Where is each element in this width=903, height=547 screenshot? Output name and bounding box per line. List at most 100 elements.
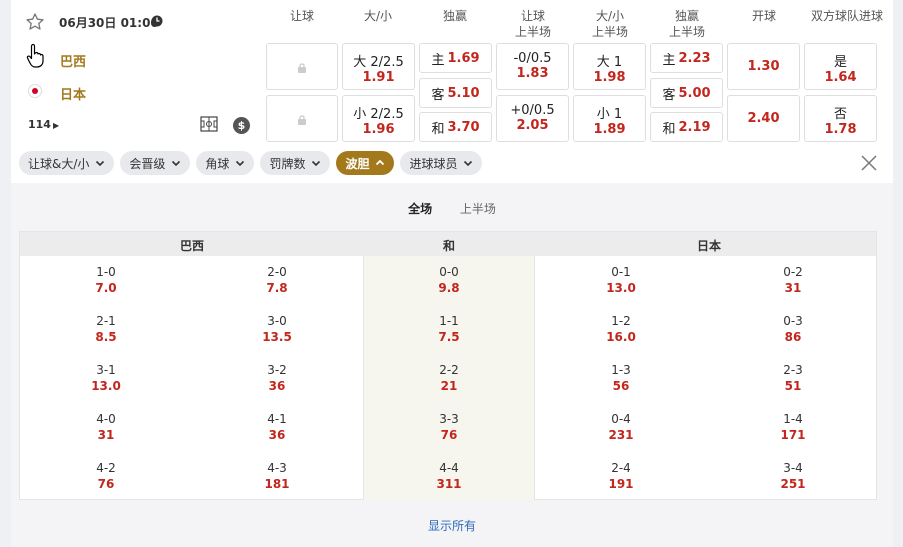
show-all-link[interactable]: 显示所有 [11,517,893,534]
tab-full-time[interactable]: 全场 [408,200,432,217]
odds-1h-over[interactable]: 大 1 1.98 [573,43,646,90]
score-cell[interactable]: 4-4 311 [409,460,489,492]
header-home: 巴西 [180,239,205,253]
score-odds: 231 [608,428,634,442]
caret-right-icon: ▶ [52,121,60,130]
chip-goalscorer[interactable]: 进球球员 [400,151,483,175]
odds-label: 客 [662,87,676,103]
odds-1h-1x2-draw[interactable]: 和 2.19 [650,112,723,142]
lock-icon [298,62,306,73]
score-cell[interactable]: 2-1 8.5 [66,313,146,345]
tab-first-half[interactable]: 上半场 [460,200,496,217]
odds-1h-1x2-home[interactable]: 主 2.23 [650,43,723,73]
dollar-icon[interactable]: $ [233,117,250,134]
odds-label: 是 [833,55,847,70]
match-info: 06月30日 01:00 巴西 日本 114 ▶ $ [11,0,261,148]
score-cell[interactable]: 0-2 31 [753,264,833,296]
score-label: 3-1 [96,363,116,377]
odds-label: 和 [431,121,445,137]
chip-correct-score[interactable]: 波胆 [336,151,395,175]
chevron-down-icon [312,160,321,167]
close-icon[interactable] [860,154,878,172]
score-label: 1-3 [611,363,631,377]
odds-label: 和 [662,121,676,137]
score-cell[interactable]: 2-4 191 [581,460,661,492]
more-markets-count: 114 [28,118,51,131]
odds-label: 主 [662,52,676,68]
score-label: 3-2 [267,363,287,377]
score-cell[interactable]: 0-4 231 [581,411,661,443]
chip-corners[interactable]: 角球 [196,151,255,175]
live-clock-icon [151,15,163,27]
score-cell[interactable]: 2-0 7.8 [237,264,317,296]
odds-value: 1.91 [362,70,395,85]
japan-flag-icon [28,84,42,98]
score-cell[interactable]: 4-3 181 [237,460,317,492]
score-cell[interactable]: 3-4 251 [753,460,833,492]
chip-label: 罚牌数 [269,156,306,171]
field-stats-icon[interactable] [200,116,218,132]
odds-1x2-away[interactable]: 客 5.10 [419,78,492,108]
odds-kickoff-away[interactable]: 2.40 [727,95,800,142]
odds-under[interactable]: 小 2/2.5 1.96 [342,95,415,142]
score-label: 0-1 [611,265,631,279]
odds-label: 否 [833,107,847,122]
score-cell[interactable]: 3-2 36 [237,362,317,394]
odds-label: 大 2/2.5 [353,55,404,70]
odds-btts-yes[interactable]: 是 1.64 [804,43,877,90]
odds-value: 2.23 [678,50,711,66]
chip-label: 进球球员 [409,156,458,171]
chip-handicap-ou[interactable]: 让球&大/小 [19,151,115,175]
odds-1h-1x2-away[interactable]: 客 5.00 [650,78,723,108]
chevron-down-icon [172,160,181,167]
score-cell[interactable]: 3-3 76 [409,411,489,443]
score-odds: 56 [612,379,630,393]
score-cell[interactable]: 1-4 171 [753,411,833,443]
score-odds: 13.0 [91,379,121,393]
chip-to-qualify[interactable]: 会晋级 [120,151,191,175]
score-cell[interactable]: 3-0 13.5 [237,313,317,345]
score-cell[interactable]: 2-2 21 [409,362,489,394]
odds-label: 主 [431,52,445,68]
away-team-name: 日本 [60,88,87,103]
odds-1h-handicap-home[interactable]: -0/0.5 1.83 [496,43,569,90]
odds-1x2-home[interactable]: 主 1.69 [419,43,492,73]
odds-value: 3.70 [447,119,480,135]
score-cell[interactable]: 1-0 7.0 [66,264,146,296]
odds-1x2-draw[interactable]: 和 3.70 [419,112,492,142]
chevron-down-icon [464,160,473,167]
score-label: 2-1 [96,314,116,328]
chip-bookings[interactable]: 罚牌数 [260,151,331,175]
score-cell[interactable]: 1-2 16.0 [581,313,661,345]
score-label: 2-4 [611,461,631,475]
odds-1h-under[interactable]: 小 1 1.89 [573,95,646,142]
odds-label: 大 1 [596,55,623,70]
score-cell[interactable]: 1-3 56 [581,362,661,394]
chevron-down-icon [236,160,245,167]
chip-label: 角球 [205,156,230,171]
odds-value: 2.05 [516,118,549,133]
score-label: 4-2 [96,461,116,475]
score-cell[interactable]: 1-1 7.5 [409,313,489,345]
chip-label: 让球&大/小 [28,156,90,171]
score-cell[interactable]: 4-1 36 [237,411,317,443]
star-icon[interactable] [25,12,45,32]
score-cell[interactable]: 4-0 31 [66,411,146,443]
more-markets-link[interactable]: 114 ▶ [28,118,59,131]
chip-label: 波胆 [345,156,370,171]
odds-btts-no[interactable]: 否 1.78 [804,95,877,142]
score-cell[interactable]: 0-3 86 [753,313,833,345]
match-panel: 06月30日 01:00 巴西 日本 114 ▶ $ 让球 大/小 独赢 让球 上… [11,0,893,547]
score-label: 4-1 [267,412,287,426]
odds-over[interactable]: 大 2/2.5 1.91 [342,43,415,90]
odds-value: 5.00 [678,85,711,101]
odds-1h-handicap-away[interactable]: +0/0.5 2.05 [496,95,569,142]
score-label: 4-3 [267,461,287,475]
score-cell[interactable]: 0-1 13.0 [581,264,661,296]
odds-value: 1.83 [516,66,549,81]
score-cell[interactable]: 3-1 13.0 [66,362,146,394]
odds-kickoff-home[interactable]: 1.30 [727,43,800,90]
score-cell[interactable]: 2-3 51 [753,362,833,394]
score-cell[interactable]: 0-0 9.8 [409,264,489,296]
score-cell[interactable]: 4-2 76 [66,460,146,492]
